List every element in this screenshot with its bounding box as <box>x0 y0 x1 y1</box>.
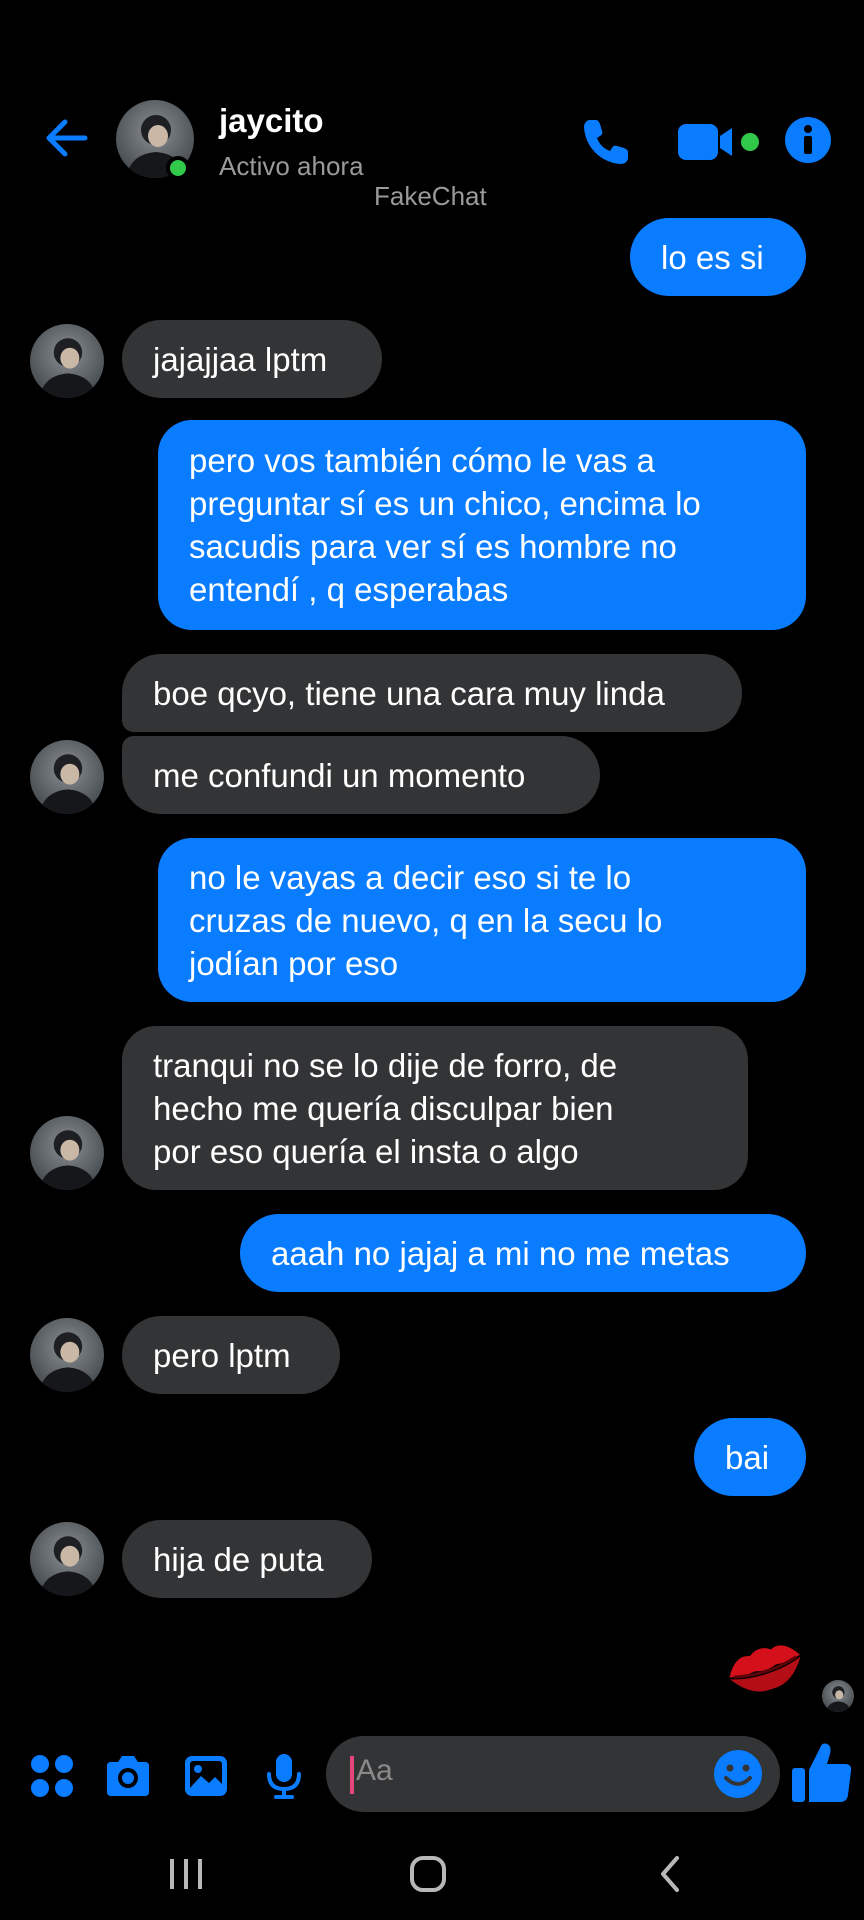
message-sent[interactable]: lo es si <box>630 218 806 296</box>
sender-avatar <box>30 1522 104 1596</box>
sender-avatar <box>30 1318 104 1392</box>
message-received[interactable]: pero lptm <box>122 1316 340 1394</box>
contact-status: Activo ahora <box>219 151 364 181</box>
phone-icon <box>584 120 628 164</box>
chat-header: jaycito Activo ahora FakeChat <box>0 0 864 220</box>
smiley-icon <box>714 1750 762 1798</box>
microphone-icon <box>267 1754 301 1799</box>
info-icon <box>785 117 831 163</box>
emoji-button[interactable] <box>712 1748 764 1800</box>
message-received[interactable]: boe qcyo, tiene una cara muy linda <box>122 654 742 732</box>
sender-avatar <box>30 740 104 814</box>
message-input-placeholder: Aa <box>356 1754 393 1787</box>
like-button[interactable] <box>790 1740 854 1806</box>
apps-button[interactable] <box>26 1750 78 1802</box>
system-nav-bar <box>0 1830 864 1920</box>
message-sent[interactable]: bai <box>694 1418 806 1496</box>
back-button[interactable] <box>38 110 94 166</box>
message-received[interactable]: jajajjaa lptm <box>122 320 382 398</box>
chevron-left-icon <box>661 1856 679 1892</box>
camera-button[interactable] <box>102 1750 154 1802</box>
camera-icon <box>107 1756 149 1796</box>
home-button[interactable] <box>398 1846 458 1902</box>
recents-icon <box>170 1859 202 1889</box>
info-button[interactable] <box>784 116 832 164</box>
recent-apps-button[interactable] <box>156 1846 216 1902</box>
message-input[interactable]: Aa <box>326 1736 780 1812</box>
arrow-left-icon <box>46 119 88 157</box>
sender-avatar <box>30 1116 104 1190</box>
message-received[interactable]: tranqui no se lo dije de forro, de hecho… <box>122 1026 748 1190</box>
mic-button[interactable] <box>258 1750 310 1802</box>
composer-bar: Aa <box>0 1730 864 1820</box>
nav-back-button[interactable] <box>640 1846 700 1902</box>
image-icon <box>185 1756 227 1796</box>
message-sent[interactable]: pero vos también cómo le vas a preguntar… <box>158 420 806 630</box>
video-camera-icon <box>678 124 759 160</box>
message-sent[interactable]: aaah no jajaj a mi no me metas <box>240 1214 806 1292</box>
contact-name[interactable]: jaycito <box>219 102 324 140</box>
read-receipt-avatar <box>822 1680 854 1712</box>
kiss-lips-icon[interactable] <box>724 1636 806 1698</box>
thumbs-up-icon <box>792 1743 852 1802</box>
gallery-button[interactable] <box>180 1750 232 1802</box>
video-call-button[interactable] <box>676 118 768 166</box>
call-button[interactable] <box>578 114 634 170</box>
watermark: FakeChat <box>374 181 487 211</box>
message-received[interactable]: hija de puta <box>122 1520 372 1598</box>
message-received[interactable]: me confundi un momento <box>122 736 600 814</box>
home-icon <box>410 1856 446 1892</box>
four-dots-icon <box>31 1755 73 1797</box>
sender-avatar <box>30 324 104 398</box>
online-indicator <box>166 156 190 180</box>
message-sent[interactable]: no le vayas a decir eso si te lo cruzas … <box>158 838 806 1002</box>
text-cursor <box>350 1756 354 1794</box>
